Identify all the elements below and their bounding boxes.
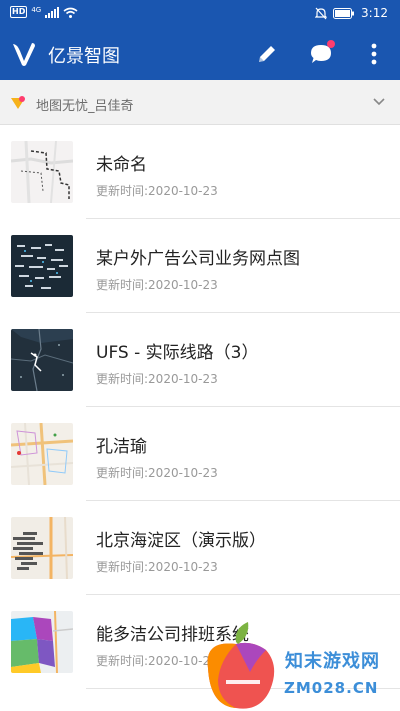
map-updated-date: 更新时间:2020-10-23 [96, 372, 218, 386]
network-type-badge: 4G [31, 6, 42, 14]
logo-icon [13, 43, 35, 66]
account-name: 地图无忧_吕佳奇 [36, 99, 134, 114]
status-bar: HD 4G 3:12 [0, 0, 400, 28]
battery-icon [333, 7, 355, 19]
map-updated-date: 更新时间:2020-10-23 [96, 560, 218, 574]
badge-icon [11, 96, 25, 109]
map-thumbnail [11, 235, 73, 297]
more-vert-icon [371, 43, 377, 65]
map-list-item[interactable]: 未命名 更新时间:2020-10-23 [0, 125, 400, 219]
map-thumbnail [11, 329, 73, 391]
hd-badge: HD [10, 6, 28, 18]
app-bar: 亿景智图 [0, 28, 400, 80]
map-updated-date: 更新时间:2020-10-23 [96, 466, 218, 480]
map-title: 孔洁瑜 [96, 437, 147, 457]
clock: 3:12 [361, 6, 388, 20]
account-selector[interactable]: 地图无忧_吕佳奇 [0, 80, 400, 125]
map-thumbnail [11, 141, 73, 203]
more-options-button[interactable] [360, 40, 388, 68]
app-title: 亿景智图 [48, 46, 120, 67]
map-title: 某户外广告公司业务网点图 [96, 249, 300, 269]
map-thumbnail [11, 423, 73, 485]
status-left: HD 4G [10, 6, 78, 18]
map-list-item[interactable]: 孔洁瑜 更新时间:2020-10-23 [0, 407, 400, 501]
map-thumbnail [11, 517, 73, 579]
map-thumbnail [11, 611, 73, 673]
watermark-domain: ZM028.CN [284, 679, 379, 697]
watermark-text: 知末游戏网 [285, 651, 380, 672]
edit-button[interactable] [253, 40, 281, 68]
map-title: 未命名 [96, 155, 147, 175]
map-title: UFS - 实际线路（3） [96, 343, 259, 363]
map-list-item[interactable]: 某户外广告公司业务网点图 更新时间:2020-10-23 [0, 219, 400, 313]
message-button[interactable] [307, 40, 335, 68]
edit-icon [259, 46, 275, 62]
mute-bell-icon [315, 7, 328, 19]
map-updated-date: 更新时间:2020-10-23 [96, 184, 218, 198]
status-right: 3:12 [315, 6, 388, 20]
signal-icon [45, 6, 60, 18]
unread-dot [327, 40, 335, 48]
map-updated-date: 更新时间:2020-10-23 [96, 278, 218, 292]
chevron-down-icon [373, 98, 385, 106]
map-title: 北京海淀区（演示版） [96, 531, 266, 551]
map-list-item[interactable]: 北京海淀区（演示版） 更新时间:2020-10-23 [0, 501, 400, 595]
map-list-item[interactable]: UFS - 实际线路（3） 更新时间:2020-10-23 [0, 313, 400, 407]
wifi-icon [63, 7, 78, 18]
